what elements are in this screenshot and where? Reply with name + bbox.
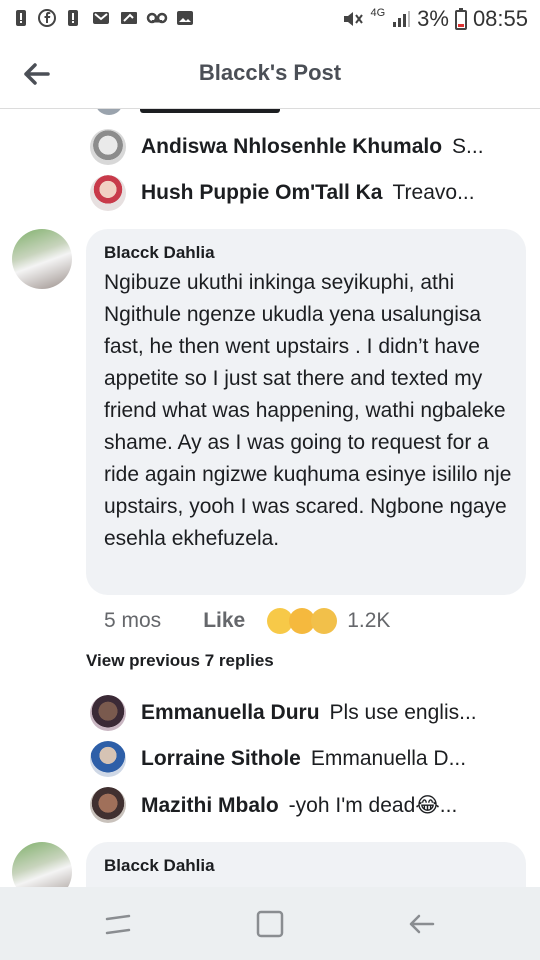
- status-bar: 4G 3% 08:55: [0, 0, 540, 38]
- reply-author[interactable]: Emmanuella Duru: [141, 701, 320, 724]
- reply-snippet: S...: [452, 135, 484, 158]
- comment-author[interactable]: Blacck Dahlia: [104, 243, 215, 263]
- reply-author[interactable]: Mazithi Mbalo: [141, 794, 279, 817]
- reply-author[interactable]: Andiswa Nhlosenhle Khumalo: [141, 135, 442, 158]
- reply-item[interactable]: Emmanuella Duru Pls use englis...: [90, 695, 520, 731]
- like-button[interactable]: Like: [203, 609, 245, 633]
- comment-bubble[interactable]: Blacck Dahlia: [86, 842, 526, 887]
- status-right: 4G 3% 08:55: [342, 6, 528, 32]
- comment-bubble[interactable]: Blacck Dahlia Ngibuze ukuthi inkinga sey…: [86, 229, 526, 595]
- battery-icon: [454, 8, 467, 30]
- avatar[interactable]: [90, 787, 126, 823]
- comment-text: Ngibuze ukuthi inkinga seyikuphi, athi N…: [104, 271, 512, 550]
- signal-icon: [393, 11, 411, 27]
- reply-snippet: Treavo...: [392, 181, 475, 204]
- reply-item[interactable]: Mazithi Mbalo -yoh I'm dead😂...: [90, 787, 520, 823]
- alert-icon: [68, 10, 78, 26]
- reply-snippet: Emmanuella D...: [310, 747, 467, 770]
- cut-off-reply: [140, 109, 280, 115]
- reply-item[interactable]: Lorraine Sithole Emmanuella D...: [90, 741, 520, 777]
- reply-author[interactable]: Lorraine Sithole: [141, 747, 301, 770]
- facebook-icon: [38, 9, 56, 27]
- reply-text[interactable]: Mazithi Mbalo -yoh I'm dead😂...: [141, 793, 457, 818]
- avatar[interactable]: [90, 175, 126, 211]
- system-nav-bar: [0, 887, 540, 960]
- view-previous-replies[interactable]: View previous 7 replies: [86, 651, 274, 671]
- app-bar: Blacck's Post: [0, 38, 540, 109]
- network-type: 4G: [370, 7, 386, 19]
- sad-reaction-icon: [311, 608, 338, 634]
- comments-feed[interactable]: Andiswa Nhlosenhle Khumalo S... Hush Pupp…: [0, 109, 540, 887]
- reply-author[interactable]: Hush Puppie Om'Tall Ka: [141, 181, 382, 204]
- reaction-count[interactable]: 1.2K: [347, 609, 390, 633]
- reply-text[interactable]: Lorraine Sithole Emmanuella D...: [141, 747, 466, 771]
- home-icon[interactable]: [253, 907, 287, 941]
- alert-icon: [16, 10, 26, 26]
- avatar[interactable]: [12, 229, 72, 289]
- battery-percent: 3%: [417, 6, 449, 31]
- gallery-icon: [177, 11, 193, 25]
- avatar[interactable]: [90, 695, 126, 731]
- comment-actions: 5 mos Like 1.2K: [104, 605, 390, 637]
- reply-item[interactable]: Hush Puppie Om'Tall Ka Treavo...: [90, 175, 520, 211]
- comment-author[interactable]: Blacck Dahlia: [104, 856, 215, 876]
- reply-snippet: Pls use englis...: [329, 701, 477, 724]
- back-icon[interactable]: [405, 907, 439, 941]
- clock: 08:55: [472, 6, 528, 31]
- avatar[interactable]: [90, 129, 126, 165]
- reactions[interactable]: [267, 608, 338, 634]
- avatar[interactable]: [12, 842, 72, 887]
- reply-snippet: -yoh I'm dead😂...: [288, 793, 458, 817]
- reply-text[interactable]: Hush Puppie Om'Tall Ka Treavo...: [141, 181, 475, 205]
- image-edit-icon: [121, 12, 137, 24]
- avatar[interactable]: [90, 741, 126, 777]
- reply-text[interactable]: Emmanuella Duru Pls use englis...: [141, 701, 477, 725]
- gmail-icon: [93, 12, 109, 24]
- mute-icon: [344, 12, 364, 26]
- voicemail-icon: [146, 12, 168, 24]
- recent-apps-icon[interactable]: [101, 907, 135, 941]
- page-title: Blacck's Post: [198, 60, 342, 85]
- reply-text[interactable]: Andiswa Nhlosenhle Khumalo S...: [141, 135, 484, 159]
- comment-time[interactable]: 5 mos: [104, 609, 161, 633]
- avatar: [96, 109, 122, 115]
- reply-item[interactable]: Andiswa Nhlosenhle Khumalo S...: [90, 129, 520, 165]
